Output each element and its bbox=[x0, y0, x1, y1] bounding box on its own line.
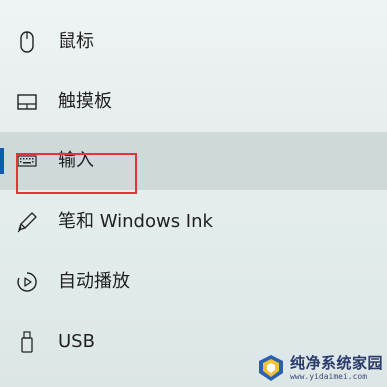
nav-item-autoplay[interactable]: 自动播放 bbox=[0, 253, 387, 311]
nav-item-mouse[interactable]: 鼠标 bbox=[0, 13, 387, 71]
nav-item-label: 鼠标 bbox=[58, 31, 94, 52]
pen-icon bbox=[15, 210, 39, 234]
nav-item-label: 笔和 Windows Ink bbox=[58, 211, 213, 232]
watermark-url: www.yidaimei.com bbox=[289, 371, 368, 381]
nav-item-pen-windows-ink[interactable]: 笔和 Windows Ink bbox=[0, 193, 387, 251]
watermark-logo-icon bbox=[258, 355, 283, 381]
mouse-icon bbox=[15, 30, 39, 54]
nav-item-label: USB bbox=[58, 331, 95, 352]
autoplay-icon bbox=[15, 270, 39, 294]
watermark: 纯净系统家园 www.yidaimei.com bbox=[256, 353, 383, 383]
selection-indicator bbox=[0, 148, 4, 174]
nav-item-touchpad[interactable]: 触摸板 bbox=[0, 73, 387, 131]
usb-icon bbox=[15, 330, 39, 354]
highlight-annotation-box bbox=[16, 153, 137, 194]
touchpad-icon bbox=[15, 90, 39, 114]
nav-item-label: 触摸板 bbox=[58, 91, 112, 112]
watermark-title: 纯净系统家园 bbox=[289, 353, 383, 372]
nav-item-label: 自动播放 bbox=[58, 271, 130, 292]
